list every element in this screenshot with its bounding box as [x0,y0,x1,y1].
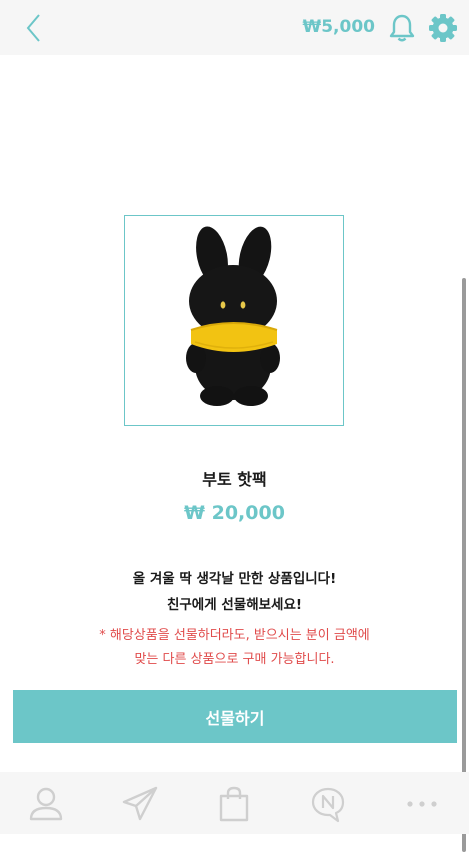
settings-button[interactable] [427,12,459,44]
chevron-left-icon [26,14,40,42]
nav-shop[interactable] [212,782,256,826]
nav-profile[interactable] [24,782,68,826]
scrollbar-thumb[interactable] [462,278,466,852]
product-image-frame [124,215,344,426]
nav-more[interactable] [400,782,444,826]
description-line-2: 친구에게 선물해보세요! [166,597,303,613]
bunny-plush-image [186,226,280,406]
gear-icon [429,14,457,42]
nav-naver[interactable] [306,782,350,826]
notification-button[interactable] [386,12,418,44]
balance-display: ₩5,000 [302,17,375,37]
product-price: ₩ 20,000 [184,502,285,524]
bottom-navigation [0,772,469,834]
description-line-1: 올 겨울 딱 생각날 만한 상품입니다! [132,571,337,587]
profile-icon [29,787,63,821]
send-icon [122,786,158,821]
shopping-bag-icon [219,786,249,822]
naver-chat-icon [311,787,345,823]
notice-line-1: * 해당상품을 선물하더라도, 받으시는 분이 금액에 [99,628,370,643]
product-name: 부토 핫팩 [202,470,267,489]
top-bar: ₩5,000 [0,0,469,55]
gift-button[interactable]: 선물하기 [13,690,457,743]
more-icon [407,801,437,807]
nav-send[interactable] [118,782,162,826]
back-button[interactable] [22,10,52,46]
bell-icon [389,14,415,42]
notice-line-2: 맞는 다른 상품으로 구매 가능합니다. [134,652,335,667]
